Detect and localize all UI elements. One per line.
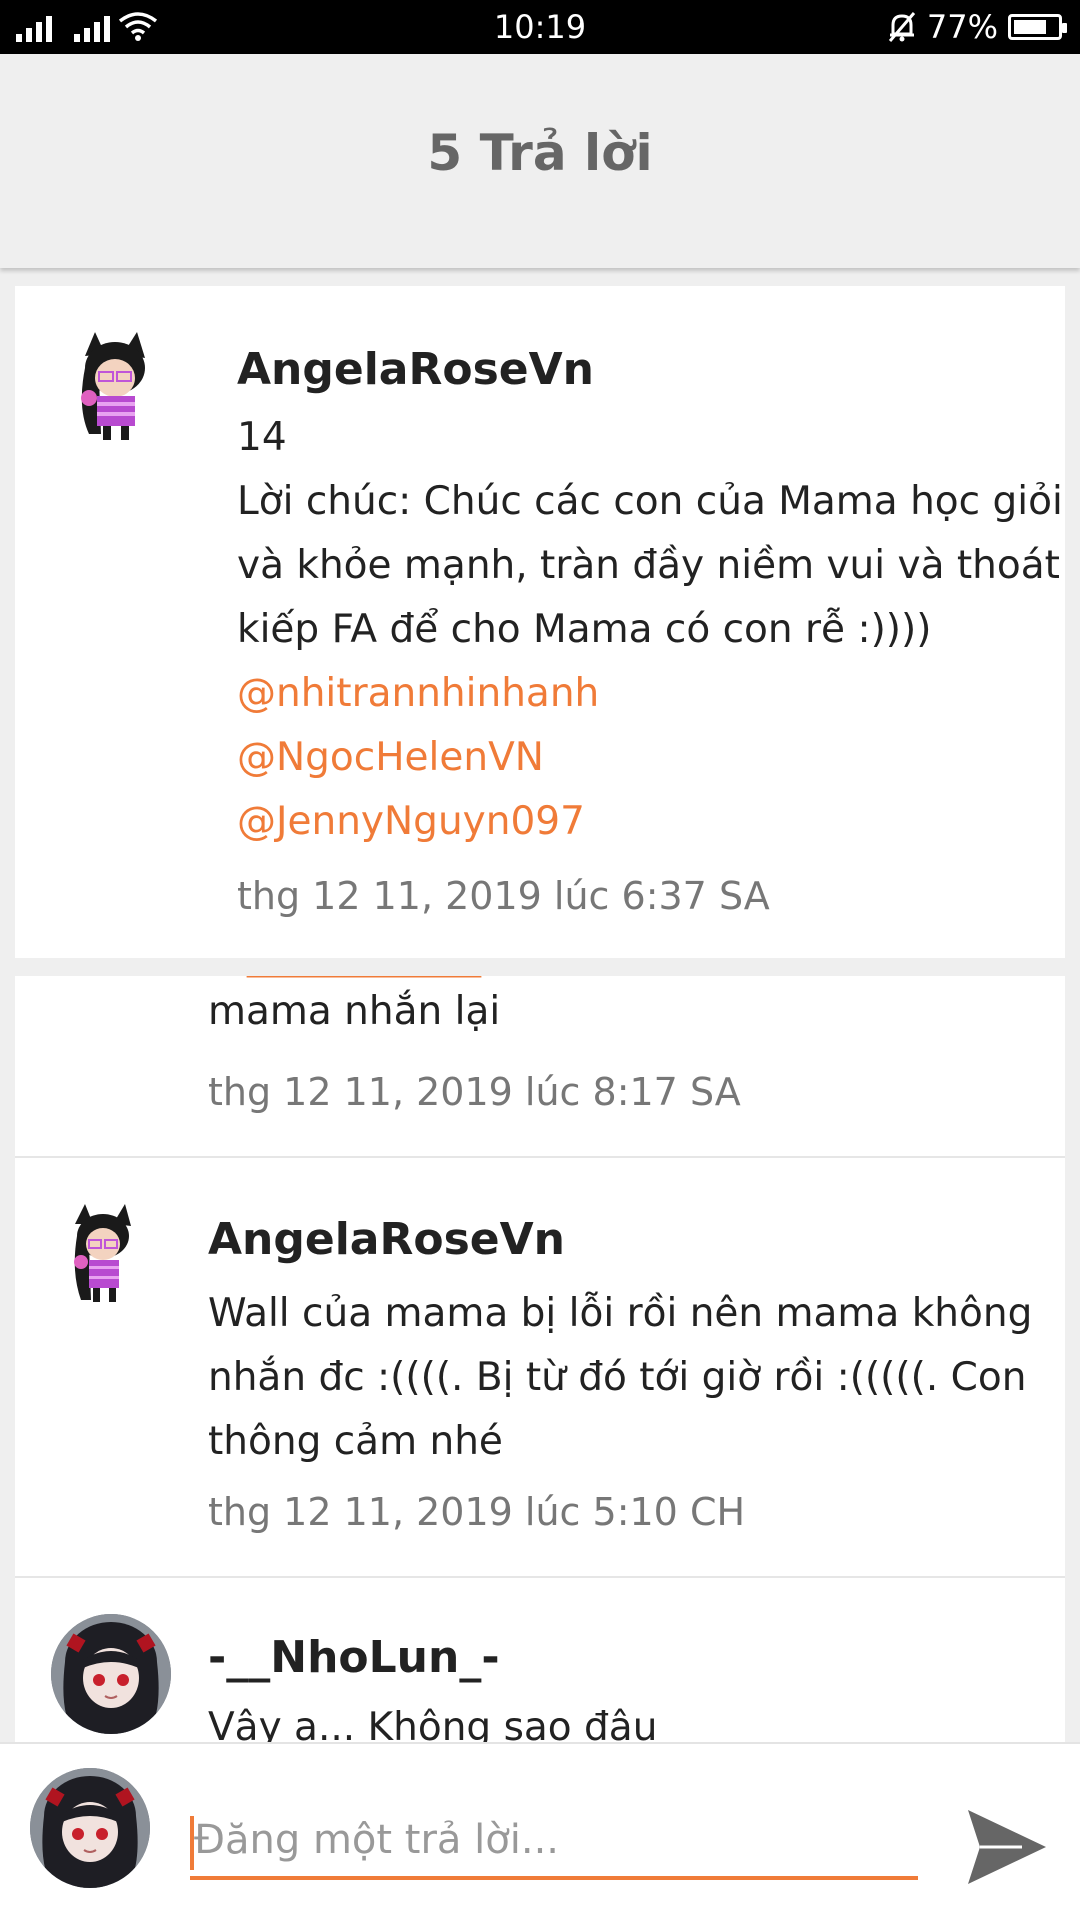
reply-author[interactable]: -__NhoLun_- [208,1632,500,1683]
mention-link[interactable]: @NgocHelenVN [237,726,544,790]
comment-number: 14 [237,415,287,460]
page-title: 5 Trả lời [427,124,653,182]
battery-percent: 77% [926,8,998,46]
avatar[interactable] [51,1614,171,1734]
reply-line: mama nhắn lại [208,989,501,1034]
app-bar: 5 Trả lời [0,54,1080,268]
reply-line: nhắn đc :((((. Bị từ đó tới giờ rồi :(((… [208,1355,1027,1400]
reply-composer [0,1742,1080,1922]
comment-author[interactable]: AngelaRoseVn [237,344,594,395]
reply-input-wrapper [190,1804,918,1880]
reply-line: Wall của mama bị lỗi rồi nên mama không [208,1291,1033,1336]
comment-timestamp: thg 12 11, 2019 lúc 6:37 SA [237,874,770,918]
avatar[interactable] [59,328,175,444]
send-icon[interactable] [962,1802,1052,1892]
reply-timestamp: thg 12 11, 2019 lúc 8:17 SA [208,1070,741,1114]
status-bar: 10:19 77% [0,0,1080,54]
replies-list[interactable]: @____________ mama nhắn lại thg 12 11, 2… [15,976,1065,1742]
reply-line: thông cảm nhé [208,1419,503,1464]
mention-link[interactable]: @nhitrannhinhanh [237,662,599,726]
reply-timestamp: thg 12 11, 2019 lúc 5:10 CH [208,1490,746,1534]
original-comment: AngelaRoseVn 14 Lời chúc: Chúc các con c… [15,286,1065,958]
avatar[interactable] [59,1202,149,1312]
comment-line: và khỏe mạnh, tràn đầy niềm vui và thoát [237,543,1060,588]
divider [15,1156,1065,1158]
reply-author[interactable]: AngelaRoseVn [208,1214,565,1265]
current-user-avatar[interactable] [30,1768,150,1888]
reply-input[interactable] [190,1804,918,1876]
battery-icon [1008,14,1067,40]
divider [15,1576,1065,1578]
bell-off-icon [888,12,916,42]
reply-line: Vậy ạ... Không sao đâu [208,1705,658,1742]
comment-line: Lời chúc: Chúc các con của Mama học giỏi [237,479,1063,524]
text-caret [190,1816,194,1870]
comment-line: kiếp FA để cho Mama có con rễ :)))) [237,607,932,652]
mention-link[interactable]: @JennyNguyn097 [237,790,585,854]
input-underline [190,1876,918,1880]
